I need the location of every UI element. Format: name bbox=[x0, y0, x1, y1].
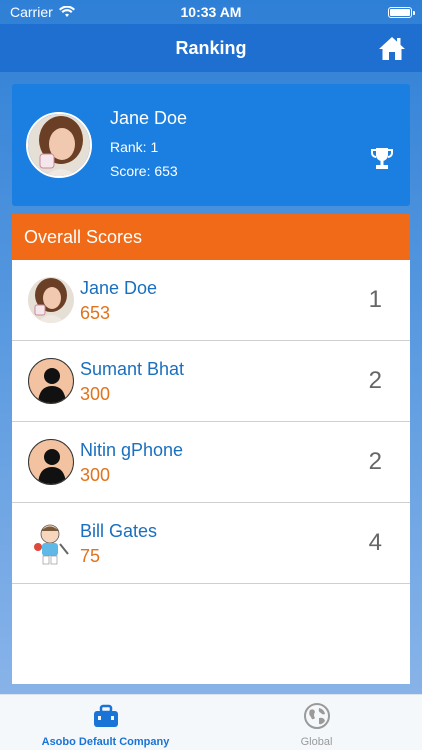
nav-bar: Ranking bbox=[0, 24, 422, 72]
tab-bar: Asobo Default Company Global bbox=[0, 694, 422, 750]
globe-icon bbox=[303, 703, 330, 729]
player-name: Bill Gates bbox=[80, 521, 158, 541]
avatar bbox=[28, 439, 74, 485]
carrier-label: Carrier bbox=[10, 4, 53, 20]
row-text: Nitin gPhone 300 bbox=[80, 440, 183, 486]
tab-label: Asobo Default Company bbox=[41, 736, 170, 748]
player-name: Nitin gPhone bbox=[80, 440, 184, 460]
profile-name: Jane Doe bbox=[110, 108, 188, 128]
home-icon bbox=[379, 37, 405, 60]
player-name: Jane Doe bbox=[80, 278, 158, 298]
avatar bbox=[28, 520, 74, 566]
scores-header-label: Overall Scores bbox=[24, 226, 143, 247]
status-bar: Carrier 10:33 AM bbox=[0, 0, 422, 24]
player-rank: 2 bbox=[368, 367, 382, 394]
player-score: 300 bbox=[80, 465, 111, 485]
trophy-icon bbox=[371, 148, 393, 169]
avatar bbox=[28, 277, 74, 323]
briefcase-icon bbox=[93, 704, 118, 727]
profile-info: Jane Doe Rank: 1 Score: 653 bbox=[110, 108, 187, 187]
score-row[interactable]: Nitin gPhone 300 2 bbox=[12, 422, 410, 503]
scores-panel: Overall Scores Jane Doe 653 1 Sumant Bha… bbox=[12, 214, 410, 684]
player-score: 300 bbox=[80, 384, 111, 404]
score-row[interactable]: Bill Gates 75 4 bbox=[12, 503, 410, 584]
status-left: Carrier bbox=[10, 4, 75, 20]
tab-global[interactable]: Global bbox=[211, 695, 422, 750]
score-row[interactable]: Sumant Bhat 300 2 bbox=[12, 341, 410, 422]
battery-icon bbox=[388, 6, 415, 18]
player-score: 653 bbox=[80, 303, 111, 323]
profile-score: Score: 653 bbox=[110, 163, 178, 179]
row-text: Jane Doe 653 bbox=[80, 278, 157, 324]
row-text: Bill Gates 75 bbox=[80, 521, 157, 567]
player-rank: 1 bbox=[368, 286, 382, 313]
player-rank: 2 bbox=[368, 448, 382, 475]
avatar bbox=[28, 358, 74, 404]
tab-label: Global bbox=[300, 736, 333, 748]
profile-card: Jane Doe Rank: 1 Score: 653 bbox=[12, 84, 410, 206]
row-text: Sumant Bhat 300 bbox=[80, 359, 184, 405]
profile-rank: Rank: 1 bbox=[110, 139, 159, 155]
wifi-icon bbox=[58, 6, 75, 17]
scores-header: Overall Scores bbox=[12, 214, 410, 260]
page-title: Ranking bbox=[175, 37, 247, 58]
player-rank: 4 bbox=[368, 529, 382, 556]
home-button[interactable] bbox=[378, 34, 406, 62]
avatar bbox=[26, 112, 92, 178]
player-score: 75 bbox=[80, 546, 101, 566]
tab-company[interactable]: Asobo Default Company bbox=[0, 695, 211, 750]
score-row[interactable]: Jane Doe 653 1 bbox=[12, 260, 410, 341]
player-name: Sumant Bhat bbox=[80, 359, 185, 379]
